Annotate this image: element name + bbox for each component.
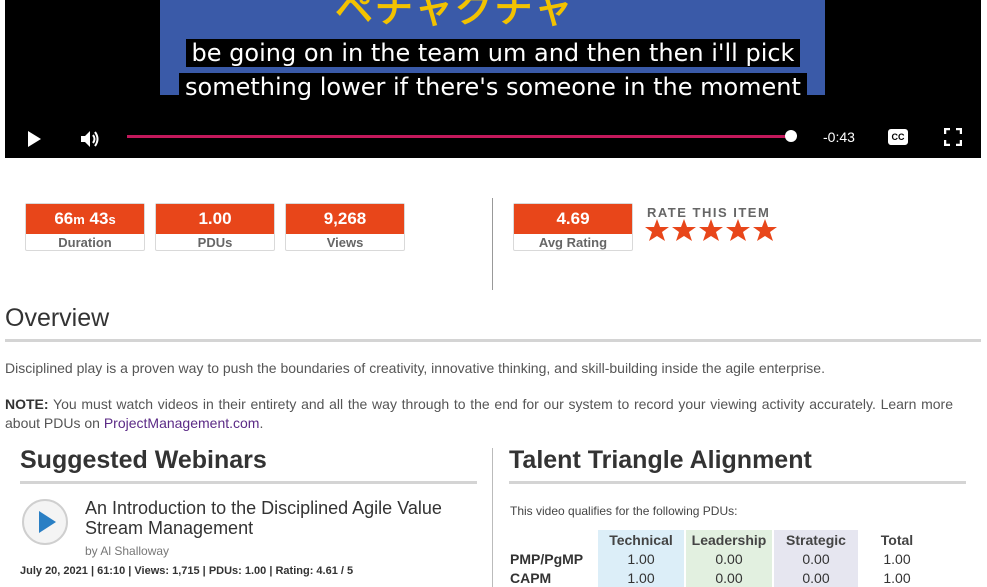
column-header-total: Total (880, 532, 914, 548)
stat-duration-value: 66m 43s (26, 204, 144, 234)
star-icon[interactable] (645, 219, 669, 241)
caption-line-2: something lower if there's someone in th… (5, 70, 981, 104)
star-icon[interactable] (753, 219, 777, 241)
rate-item-label: RATE THIS ITEM (647, 205, 771, 220)
stat-views-label: Views (326, 235, 364, 250)
column-header-leadership: Leadership (691, 532, 767, 548)
volume-icon[interactable] (78, 127, 102, 151)
cell-capm-leadership: 0.00 (715, 570, 743, 586)
rating-stars[interactable] (645, 219, 777, 241)
overview-rule (5, 339, 981, 342)
pdu-link[interactable]: ProjectManagement.com (104, 415, 260, 431)
stat-pdus: 1.00 PDUs (155, 203, 275, 251)
stat-avg-rating-label: Avg Rating (538, 235, 608, 250)
webinar-title-link[interactable]: An Introduction to the Disciplined Agile… (85, 498, 475, 538)
stat-duration: 66m 43s Duration (25, 203, 145, 251)
star-icon[interactable] (726, 219, 750, 241)
star-icon[interactable] (699, 219, 723, 241)
suggested-rule (20, 481, 477, 484)
video-slide-title: ペチャクチャ (335, 0, 575, 31)
stat-avg-rating: 4.69 Avg Rating (513, 203, 633, 251)
cell-capm-technical: 1.00 (627, 570, 655, 586)
stat-duration-label: Duration (58, 235, 112, 250)
column-header-technical: Technical (609, 532, 673, 548)
webinar-author: by Al Shalloway (85, 544, 170, 558)
cell-capm-strategic: 0.00 (802, 570, 830, 586)
cell-pmp-leadership: 0.00 (715, 551, 743, 567)
star-icon[interactable] (672, 219, 696, 241)
cell-pmp-strategic: 0.00 (802, 551, 830, 567)
progress-knob[interactable] (785, 130, 797, 142)
talent-qualifies-text: This video qualifies for the following P… (510, 504, 738, 518)
section-divider (492, 448, 493, 587)
column-header-strategic: Strategic (786, 532, 846, 548)
play-icon[interactable] (23, 128, 45, 150)
video-controls: -0:43 CC (5, 120, 981, 158)
overview-description: Disciplined play is a proven way to push… (5, 360, 825, 376)
row-label-pmp: PMP/PgMP (510, 551, 584, 567)
overview-note: NOTE: You must watch videos in their ent… (5, 396, 953, 431)
fullscreen-icon[interactable] (944, 128, 962, 146)
cell-pmp-total: 1.00 (883, 551, 911, 567)
row-label-capm: CAPM (510, 570, 552, 586)
time-remaining: -0:43 (823, 129, 855, 145)
stat-pdus-value: 1.00 (156, 204, 274, 234)
talent-triangle-heading: Talent Triangle Alignment (509, 446, 812, 474)
video-player[interactable]: ペチャクチャ be going on in the team um and th… (5, 0, 981, 158)
stat-views-value: 9,268 (286, 204, 404, 234)
stats-divider (492, 198, 493, 290)
suggested-webinars-heading: Suggested Webinars (20, 446, 267, 474)
webinar-meta: July 20, 2021 | 61:10 | Views: 1,715 | P… (20, 565, 354, 577)
closed-captions-button[interactable]: CC (888, 129, 908, 145)
overview-heading: Overview (5, 304, 110, 332)
webinar-play-icon[interactable] (21, 498, 69, 546)
progress-bar[interactable] (127, 135, 791, 138)
stat-pdus-label: PDUs (197, 235, 233, 250)
cell-capm-total: 1.00 (883, 570, 911, 586)
talent-rule (509, 481, 966, 484)
caption-line-1: be going on in the team um and then then… (5, 36, 981, 70)
cell-pmp-technical: 1.00 (627, 551, 655, 567)
video-frame[interactable]: ペチャクチャ be going on in the team um and th… (5, 0, 981, 120)
stat-avg-rating-value: 4.69 (514, 204, 632, 234)
stat-views: 9,268 Views (285, 203, 405, 251)
